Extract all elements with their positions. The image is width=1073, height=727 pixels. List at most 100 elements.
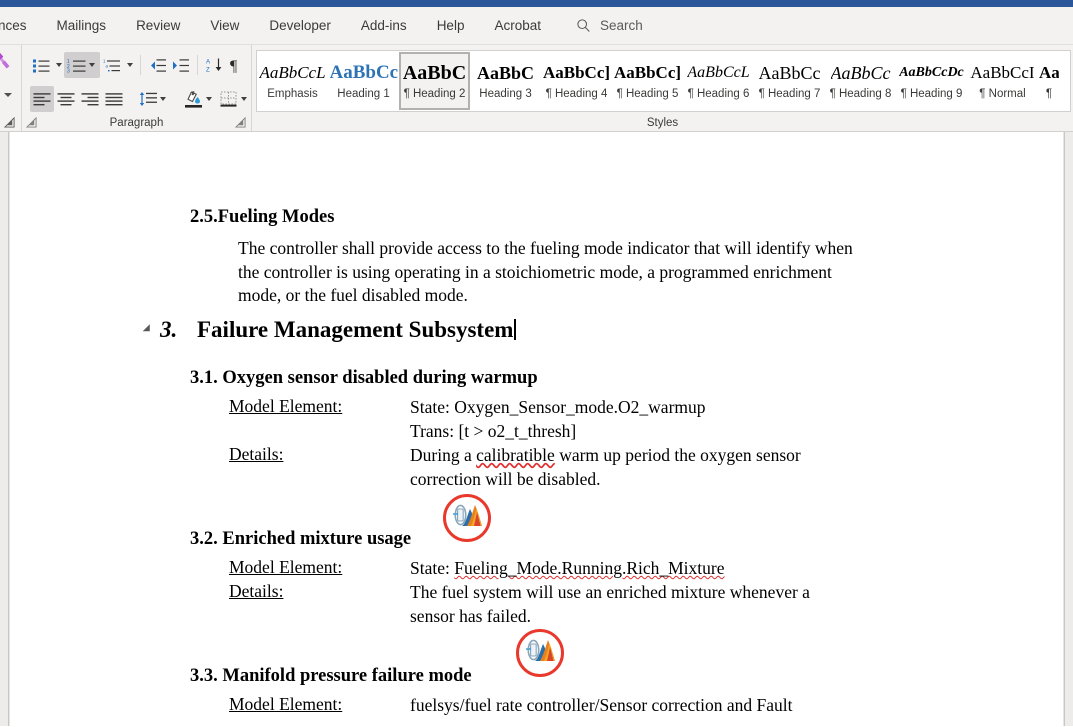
borders-dropdown-caret[interactable] xyxy=(241,97,247,101)
multilevel-list-dropdown-caret[interactable] xyxy=(127,63,133,67)
matlab-simulink-icon xyxy=(441,492,493,544)
show-formatting-marks-button[interactable]: ¶ xyxy=(226,52,246,78)
heading-3: 3. Failure Management Subsystem xyxy=(160,317,516,343)
paragraph-dialog-launcher-icon[interactable] xyxy=(26,117,37,128)
model-element-path: Fueling_Mode.Running.Rich_Mixture xyxy=(454,558,724,578)
multilevel-list-icon: 1 a xyxy=(103,58,121,73)
style-name: ¶ Heading 6 xyxy=(688,86,750,102)
style-heading-9[interactable]: AaBbCcDс ¶ Heading 9 xyxy=(896,52,967,110)
search-label: Search xyxy=(600,18,643,33)
style-heading-1[interactable]: AaBbCс Heading 1 xyxy=(328,52,399,110)
tab-add-ins[interactable]: Add-ins xyxy=(346,7,422,45)
align-center-button[interactable] xyxy=(54,86,78,112)
field-label-model-element: Model Element: xyxy=(229,396,342,417)
styles-group-label: Styles xyxy=(252,117,1073,129)
style-heading-5[interactable]: AaBbCc] ¶ Heading 5 xyxy=(612,52,683,110)
style-preview: AaBbCc xyxy=(759,60,821,86)
tab-help[interactable]: Help xyxy=(422,7,480,45)
clipboard-dialog-launcher-icon[interactable] xyxy=(4,117,15,128)
field-label-model-element: Model Element: xyxy=(229,694,342,715)
shading-button[interactable] xyxy=(181,86,217,112)
line-spacing-dropdown-caret[interactable] xyxy=(160,97,166,101)
style-clipped-next[interactable]: Aа ¶ xyxy=(1038,52,1060,110)
field-value-line: Trans: [t > o2_t_thresh] xyxy=(410,420,706,444)
field-value-model-element: State: Fueling_Mode.Running.Rich_Mixture xyxy=(410,557,725,581)
line-spacing-button[interactable] xyxy=(136,86,171,112)
heading-title: Fueling Modes xyxy=(218,207,335,227)
heading-number: 3. xyxy=(160,317,177,342)
styles-gallery[interactable]: AaBbCcL Emphasis AaBbCс Heading 1 AaBbC … xyxy=(256,50,1071,112)
borders-button[interactable] xyxy=(217,86,252,112)
tab-acrobat[interactable]: Acrobat xyxy=(479,7,556,45)
numbering-icon: 1 2 3 xyxy=(67,58,86,73)
justify-button[interactable] xyxy=(102,86,126,112)
style-heading-8[interactable]: AaBbCc ¶ Heading 8 xyxy=(825,52,896,110)
heading-title: Oxygen sensor disabled during warmup xyxy=(222,368,537,388)
ribbon-group-paragraph: 1 2 3 1 a xyxy=(22,45,252,131)
style-preview: AaBbC xyxy=(477,60,534,86)
sort-button[interactable]: A Z xyxy=(203,52,226,78)
heading-2-5: 2.5.Fueling Modes xyxy=(190,207,334,228)
align-left-button[interactable] xyxy=(30,86,54,112)
heading-3-3: 3.3. Manifold pressure failure mode xyxy=(190,666,472,687)
paragraph-dialog-launcher-icon-right[interactable] xyxy=(235,117,246,128)
tab-references[interactable]: rences xyxy=(0,7,42,45)
field-label-model-element: Model Element: xyxy=(229,557,342,578)
paragraph-2-5: The controller shall provide access to t… xyxy=(238,237,958,308)
style-preview: AaBbCcL xyxy=(259,60,325,86)
align-right-icon xyxy=(81,92,99,107)
style-preview: AaBbCcI xyxy=(970,60,1034,86)
tab-mailings[interactable]: Mailings xyxy=(42,7,122,45)
search-box[interactable]: Search xyxy=(576,18,643,33)
misspelled-word: calibratible xyxy=(476,445,555,465)
page-right-margin-gutter xyxy=(1064,132,1073,726)
format-painter-icon[interactable] xyxy=(0,51,14,73)
heading-3-1: 3.1. Oxygen sensor disabled during warmu… xyxy=(190,368,538,389)
tab-developer[interactable]: Developer xyxy=(254,7,346,45)
collapse-toggle-icon[interactable] xyxy=(143,324,154,335)
decrease-indent-button[interactable] xyxy=(146,52,169,78)
document-page[interactable]: 2.5.Fueling Modes The controller shall p… xyxy=(10,132,1063,726)
multilevel-list-button[interactable]: 1 a xyxy=(100,52,124,78)
bullets-dropdown-caret[interactable] xyxy=(56,63,62,67)
bullets-button[interactable] xyxy=(30,52,53,78)
clipboard-dropdown-arrow[interactable] xyxy=(4,93,12,97)
paragraph-tools-row-2 xyxy=(30,84,251,114)
toolbar-separator xyxy=(140,55,141,75)
style-normal[interactable]: AaBbCcI ¶ Normal xyxy=(967,52,1038,110)
tab-view[interactable]: View xyxy=(195,7,254,45)
align-right-button[interactable] xyxy=(78,86,102,112)
ribbon-body: 1 2 3 1 a xyxy=(0,45,1073,132)
heading-number: 3.1. xyxy=(190,368,218,388)
style-name: ¶ Heading 2 xyxy=(404,86,466,102)
heading-number: 2.5. xyxy=(190,207,218,227)
borders-icon xyxy=(220,91,238,107)
style-heading-7[interactable]: AaBbCc ¶ Heading 7 xyxy=(754,52,825,110)
style-heading-6[interactable]: AaBbCcL ¶ Heading 6 xyxy=(683,52,754,110)
field-value-line: During a calibratible warm up period the… xyxy=(410,444,801,468)
style-name: ¶ Heading 7 xyxy=(759,86,821,102)
style-preview: AaBbCcDс xyxy=(899,60,964,86)
shading-dropdown-caret[interactable] xyxy=(206,97,212,101)
style-emphasis[interactable]: AaBbCcL Emphasis xyxy=(257,52,328,110)
style-heading-2[interactable]: AaBbC ¶ Heading 2 xyxy=(399,52,470,110)
field-value-line: sensor has failed. xyxy=(410,605,810,629)
svg-text:A: A xyxy=(206,59,211,66)
matlab-simulink-icon xyxy=(514,627,566,679)
style-name: ¶ Heading 5 xyxy=(617,86,679,102)
svg-text:3: 3 xyxy=(67,68,70,72)
heading-number: 3.2. xyxy=(190,529,218,549)
style-heading-3[interactable]: AaBbC Heading 3 xyxy=(470,52,541,110)
style-preview: AaBbC xyxy=(403,60,466,86)
style-name: ¶ Heading 9 xyxy=(901,86,963,102)
increase-indent-button[interactable] xyxy=(169,52,192,78)
document-scroll-area[interactable]: 2.5.Fueling Modes The controller shall p… xyxy=(0,132,1073,726)
field-value-line: correction will be disabled. xyxy=(410,468,801,492)
heading-3-2: 3.2. Enriched mixture usage xyxy=(190,529,411,550)
numbering-dropdown-caret[interactable] xyxy=(89,63,95,67)
text-cursor xyxy=(514,319,516,340)
style-name: ¶ Heading 4 xyxy=(546,86,608,102)
style-heading-4[interactable]: AaBbCc] ¶ Heading 4 xyxy=(541,52,612,110)
numbering-button[interactable]: 1 2 3 xyxy=(64,52,100,78)
tab-review[interactable]: Review xyxy=(121,7,195,45)
